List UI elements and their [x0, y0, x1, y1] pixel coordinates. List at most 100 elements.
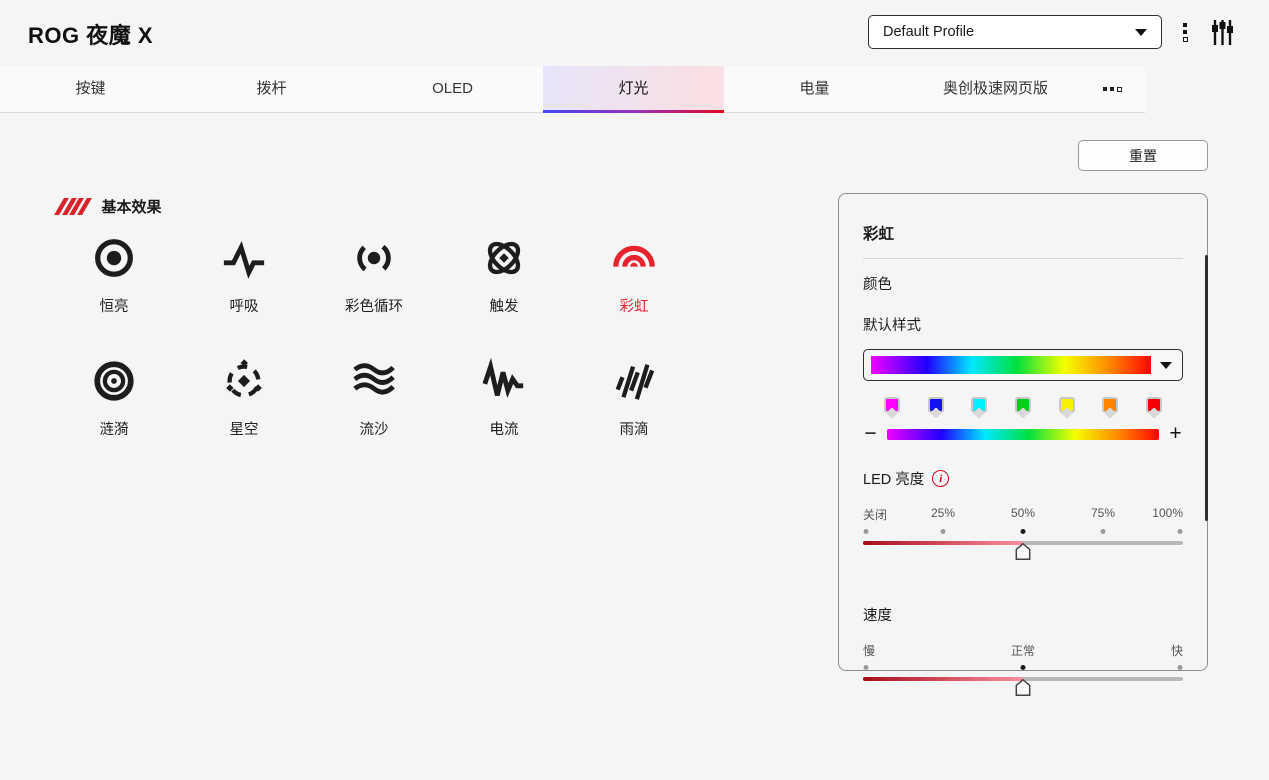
- effect-starry-night[interactable]: 星空: [179, 358, 309, 458]
- tick-label: 关闭: [863, 506, 887, 523]
- tick-label: 50%: [1011, 506, 1035, 520]
- tick-dot: [941, 529, 946, 534]
- effect-color-cycle[interactable]: 彩色循环: [309, 235, 439, 335]
- effect-rainbow[interactable]: 彩虹: [569, 235, 699, 335]
- effect-reactive[interactable]: 触发: [439, 235, 569, 335]
- panel-title: 彩虹: [863, 222, 1183, 244]
- scrollbar[interactable]: [1205, 255, 1208, 521]
- brightness-slider: 关闭 25% 50% 75% 100%: [863, 506, 1183, 568]
- color-stop-pin[interactable]: [928, 397, 944, 413]
- color-cycle-effect-icon: [351, 235, 397, 281]
- effect-raindrop[interactable]: 雨滴: [569, 358, 699, 458]
- gradient-style-dropdown[interactable]: [863, 349, 1183, 381]
- effect-label: 彩色循环: [345, 295, 403, 316]
- tick-label: 慢: [863, 642, 875, 659]
- effect-static[interactable]: 恒亮: [49, 235, 179, 335]
- color-stop-pin[interactable]: [1015, 397, 1031, 413]
- tick-dot: [1178, 529, 1183, 534]
- sliders-icon-glyph: [1210, 18, 1235, 47]
- dot: [1183, 23, 1187, 27]
- speed-slider: 慢 正常 快: [863, 642, 1183, 704]
- tab-bar: 按键 拨杆 OLED 灯光 电量 奥创极速网页版: [0, 66, 1145, 113]
- effect-label: 涟漪: [100, 418, 129, 439]
- tick-label: 正常: [1011, 642, 1035, 659]
- speed-handle[interactable]: [1016, 679, 1031, 701]
- effect-ripple[interactable]: 涟漪: [49, 358, 179, 458]
- reset-button[interactable]: 重置: [1078, 140, 1208, 171]
- effect-label: 星空: [230, 418, 259, 439]
- static-effect-icon: [91, 235, 137, 281]
- minus-button[interactable]: −: [863, 427, 878, 441]
- tabs-more-button[interactable]: [1086, 66, 1138, 112]
- profile-selector-value: Default Profile: [883, 24, 974, 40]
- tick-label: 25%: [931, 506, 955, 520]
- chevron-down-icon: [1135, 29, 1147, 36]
- dot-hollow: [1117, 87, 1122, 92]
- effect-breathing[interactable]: 呼吸: [179, 235, 309, 335]
- brightness-header: LED 亮度 i: [863, 468, 1183, 489]
- speed-header: 速度: [863, 604, 1183, 625]
- speed-fill: [863, 677, 1023, 681]
- brightness-label: LED 亮度: [863, 468, 924, 489]
- brightness-fill: [863, 541, 1023, 545]
- profile-selector[interactable]: Default Profile: [868, 15, 1162, 49]
- breathing-effect-icon: [221, 235, 267, 281]
- effect-quicksand[interactable]: 流沙: [309, 358, 439, 458]
- brightness-handle[interactable]: [1016, 543, 1031, 565]
- basic-effects-section-header: 基本效果: [55, 196, 162, 217]
- tuning-sliders-icon[interactable]: [1210, 18, 1235, 52]
- more-menu-icon[interactable]: [1181, 21, 1190, 44]
- tick-dot: [1101, 529, 1106, 534]
- tab-oled[interactable]: OLED: [362, 66, 543, 112]
- tick-dot-active: [1021, 529, 1026, 534]
- tab-armoury-web[interactable]: 奥创极速网页版: [905, 66, 1086, 112]
- gradient-bar[interactable]: [887, 429, 1159, 440]
- tick-label: 快: [1171, 642, 1183, 659]
- aura-stripes-icon: [55, 198, 91, 215]
- tick-dot: [863, 665, 868, 670]
- tab-lighting[interactable]: 灯光: [543, 66, 724, 112]
- chevron-down-icon: [1160, 362, 1172, 369]
- current-effect-icon: [481, 358, 527, 404]
- reactive-effect-icon: [481, 235, 527, 281]
- dot: [1110, 87, 1114, 91]
- tick-dot: [1178, 665, 1183, 670]
- tick-dot-active: [1021, 665, 1026, 670]
- tab-paddle[interactable]: 拨杆: [181, 66, 362, 112]
- effects-grid: 恒亮 呼吸 彩色循环 触发 彩虹: [49, 235, 699, 458]
- dot: [1103, 87, 1107, 91]
- effect-label: 电流: [490, 418, 519, 439]
- gradient-adjust-row: − +: [863, 427, 1183, 441]
- tick-dot: [863, 529, 868, 534]
- effect-label: 雨滴: [620, 418, 649, 439]
- color-stop-pin[interactable]: [971, 397, 987, 413]
- gradient-preview: [871, 356, 1151, 374]
- effect-label: 彩虹: [620, 295, 649, 316]
- tab-battery[interactable]: 电量: [724, 66, 905, 112]
- color-stop-pin[interactable]: [884, 397, 900, 413]
- effect-current[interactable]: 电流: [439, 358, 569, 458]
- plus-button[interactable]: +: [1168, 427, 1183, 441]
- color-stop-pin[interactable]: [1059, 397, 1075, 413]
- effect-label: 恒亮: [100, 295, 129, 316]
- rainbow-effect-icon: [611, 235, 657, 281]
- info-icon[interactable]: i: [932, 470, 949, 487]
- effect-settings-panel: 彩虹 颜色 默认样式 − + LED 亮度 i 关闭 25% 50% 75% 1…: [838, 193, 1208, 671]
- color-stop-pin[interactable]: [1102, 397, 1118, 413]
- starry-night-effect-icon: [221, 358, 267, 404]
- speed-label: 速度: [863, 604, 892, 625]
- handle-glyph: [1016, 543, 1031, 560]
- tick-label: 75%: [1091, 506, 1115, 520]
- dot: [1183, 30, 1187, 34]
- effect-label: 触发: [490, 295, 519, 316]
- quicksand-effect-icon: [351, 358, 397, 404]
- tab-buttons[interactable]: 按键: [0, 66, 181, 112]
- color-stop-pin[interactable]: [1146, 397, 1162, 413]
- raindrop-effect-icon: [611, 358, 657, 404]
- app-logo: ROG 夜魔 X: [28, 18, 153, 50]
- effect-label: 流沙: [360, 418, 389, 439]
- style-label: 默认样式: [863, 314, 1183, 335]
- color-label: 颜色: [863, 273, 1183, 294]
- ripple-effect-icon: [91, 358, 137, 404]
- section-title: 基本效果: [102, 196, 162, 217]
